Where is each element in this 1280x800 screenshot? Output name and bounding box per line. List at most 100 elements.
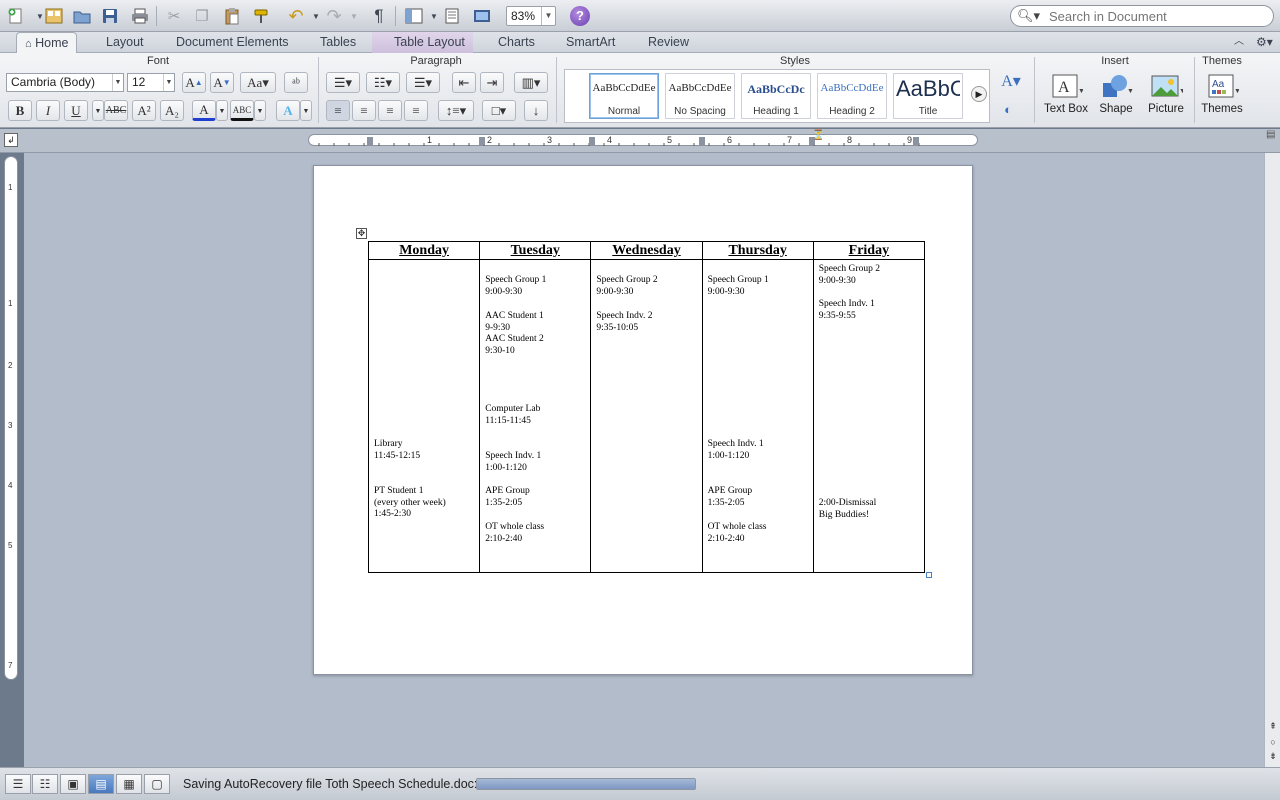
new-document-icon[interactable] — [4, 5, 28, 27]
document-page[interactable]: ✥ Monday Tuesday Wednesday Thursday Frid… — [313, 165, 973, 675]
highlight-color-icon[interactable]: ABC — [230, 100, 254, 121]
style-manage-icon[interactable]: A▾ — [996, 70, 1026, 91]
insert-text-box-button[interactable]: A ▼ Text Box — [1038, 71, 1094, 123]
tab-review[interactable]: Review — [640, 32, 697, 53]
ribbon-settings-gear-icon[interactable]: ⚙▾ — [1248, 32, 1280, 53]
paste-icon[interactable] — [220, 5, 244, 27]
vertical-scrollbar[interactable]: ⇞ ○ ⇟ — [1264, 153, 1280, 767]
print-layout-icon[interactable]: ▤ — [88, 774, 114, 794]
grow-font-icon[interactable]: A ▲ — [182, 72, 206, 93]
underline-dropdown-icon[interactable]: ▼ — [92, 100, 104, 121]
ruler-strip[interactable]: 1 2 3 4 5 6 7 8 9 — [308, 134, 978, 146]
save-icon[interactable] — [98, 5, 122, 27]
align-right-icon[interactable]: ≡ — [378, 100, 402, 121]
media-browser-icon[interactable] — [470, 5, 494, 27]
numbering-icon[interactable]: ☷▾ — [366, 72, 400, 93]
cut-icon[interactable]: ✂ — [162, 5, 186, 27]
font-color-dropdown-icon[interactable]: ▼ — [216, 100, 228, 121]
toolbox-icon[interactable] — [440, 5, 464, 27]
highlight-dropdown-icon[interactable]: ▼ — [254, 100, 266, 121]
columns-icon[interactable]: ▥▾ — [514, 72, 548, 93]
tab-layout[interactable]: Layout — [98, 32, 152, 53]
align-center-icon[interactable]: ≡ — [352, 100, 376, 121]
styles-pane-icon[interactable]: ◐ — [996, 99, 1020, 120]
bold-icon[interactable]: B — [8, 100, 32, 121]
show-formatting-pilcrow-icon[interactable]: ¶ — [367, 5, 391, 27]
style-no-spacing[interactable]: AaBbCcDdEe No Spacing — [665, 73, 735, 119]
style-normal[interactable]: AaBbCcDdEe Normal — [589, 73, 659, 119]
schedule-table[interactable]: Monday Tuesday Wednesday Thursday Friday… — [367, 241, 926, 573]
outline-view-icon[interactable]: ☷ — [32, 774, 58, 794]
header-thursday[interactable]: Thursday — [701, 241, 814, 260]
cell-friday[interactable]: Speech Group 2 9:00-9:30 Speech Indv. 1 … — [812, 259, 926, 573]
table-move-handle-icon[interactable]: ✥ — [356, 228, 367, 239]
vertical-ruler[interactable]: 1 1 2 3 4 5 7 — [4, 156, 18, 680]
shrink-font-icon[interactable]: A ▼ — [210, 72, 234, 93]
print-icon[interactable] — [128, 5, 152, 27]
underline-icon[interactable]: U — [64, 100, 88, 121]
superscript-icon[interactable]: A² — [132, 100, 156, 121]
change-case-icon[interactable]: Aa▾ — [240, 72, 276, 93]
text-effects-icon[interactable]: A — [276, 100, 300, 121]
browse-object-icon[interactable]: ○ — [1267, 737, 1279, 747]
notebook-layout-icon[interactable]: ▦ — [116, 774, 142, 794]
insert-shape-button[interactable]: ▼ Shape — [1088, 71, 1144, 123]
redo-dropdown-icon[interactable]: ▼ — [342, 5, 366, 27]
header-monday[interactable]: Monday — [367, 241, 481, 260]
publishing-layout-icon[interactable]: ▣ — [60, 774, 86, 794]
style-heading-2[interactable]: AaBbCcDdEe Heading 2 — [817, 73, 887, 119]
font-size-select[interactable]: 12 ▼ — [127, 73, 175, 92]
open-folder-icon[interactable] — [70, 5, 94, 27]
text-effects-dropdown-icon[interactable]: ▼ — [300, 100, 312, 121]
help-button[interactable]: ? — [570, 6, 590, 26]
tab-stop-selector-icon[interactable]: ↲ — [4, 133, 18, 147]
cell-wednesday[interactable]: Speech Group 2 9:00-9:30 Speech Indv. 2 … — [590, 259, 703, 573]
cell-monday[interactable]: Library 11:45-12:15 PT Student 1 (every … — [367, 259, 481, 573]
indent-marker-icon[interactable]: ⏳ — [812, 131, 824, 151]
split-view-handle-icon[interactable]: ▤ — [1266, 129, 1278, 141]
tab-document-elements[interactable]: Document Elements — [168, 32, 297, 53]
italic-icon[interactable]: I — [36, 100, 60, 121]
search-field[interactable]: 🔍︎▾ — [1010, 5, 1274, 27]
cell-thursday[interactable]: Speech Group 1 9:00-9:30 Speech Indv. 1 … — [701, 259, 814, 573]
font-name-select[interactable]: Cambria (Body) ▼ — [6, 73, 124, 92]
header-friday[interactable]: Friday — [812, 241, 926, 260]
header-wednesday[interactable]: Wednesday — [590, 241, 703, 260]
tab-home[interactable]: ⌂ Home — [16, 32, 78, 53]
tab-table-layout[interactable]: Table Layout — [372, 32, 473, 53]
decrease-indent-icon[interactable]: ⇤ — [452, 72, 476, 93]
zoom-select[interactable]: 83% ▼ — [506, 6, 556, 26]
multilevel-list-icon[interactable]: ☰▾ — [406, 72, 440, 93]
subscript-icon[interactable]: A₂ — [160, 100, 184, 121]
ruler-number: 4 — [8, 481, 13, 490]
focus-view-icon[interactable]: ▢ — [144, 774, 170, 794]
borders-icon[interactable]: □▾ — [482, 100, 516, 121]
themes-button[interactable]: Aa ▼ Themes — [1194, 71, 1250, 123]
table-resize-handle[interactable] — [926, 572, 932, 578]
tab-smartart[interactable]: SmartArt — [558, 32, 623, 53]
align-left-icon[interactable]: ≡ — [326, 100, 350, 121]
justify-icon[interactable]: ≡ — [404, 100, 428, 121]
style-title[interactable]: AaBbC Title — [893, 73, 963, 119]
draft-view-icon[interactable]: ☰ — [5, 774, 31, 794]
clear-formatting-icon[interactable]: ᵃᵇ — [284, 72, 308, 93]
search-input[interactable] — [1047, 8, 1269, 24]
header-tuesday[interactable]: Tuesday — [479, 241, 592, 260]
copy-icon[interactable]: ❐ — [190, 5, 214, 27]
insert-picture-button[interactable]: ▼ Picture — [1138, 71, 1194, 123]
increase-indent-icon[interactable]: ⇥ — [480, 72, 504, 93]
styles-next-icon[interactable]: ▶ — [971, 86, 987, 102]
tab-tables[interactable]: Tables — [312, 32, 364, 53]
strikethrough-icon[interactable]: ABC — [104, 100, 128, 121]
font-color-icon[interactable]: A — [192, 100, 216, 121]
previous-page-icon[interactable]: ⇞ — [1267, 721, 1279, 732]
format-painter-icon[interactable] — [250, 5, 274, 27]
cell-tuesday[interactable]: Speech Group 1 9:00-9:30 AAC Student 1 9… — [479, 259, 592, 573]
tab-charts[interactable]: Charts — [490, 32, 543, 53]
template-gallery-icon[interactable] — [42, 5, 66, 27]
next-page-icon[interactable]: ⇟ — [1267, 751, 1279, 762]
sort-icon[interactable]: ↓ — [524, 100, 548, 121]
line-spacing-icon[interactable]: ↕≡▾ — [438, 100, 474, 121]
style-heading-1[interactable]: AaBbCcDc Heading 1 — [741, 73, 811, 119]
bullets-icon[interactable]: ☰▾ — [326, 72, 360, 93]
